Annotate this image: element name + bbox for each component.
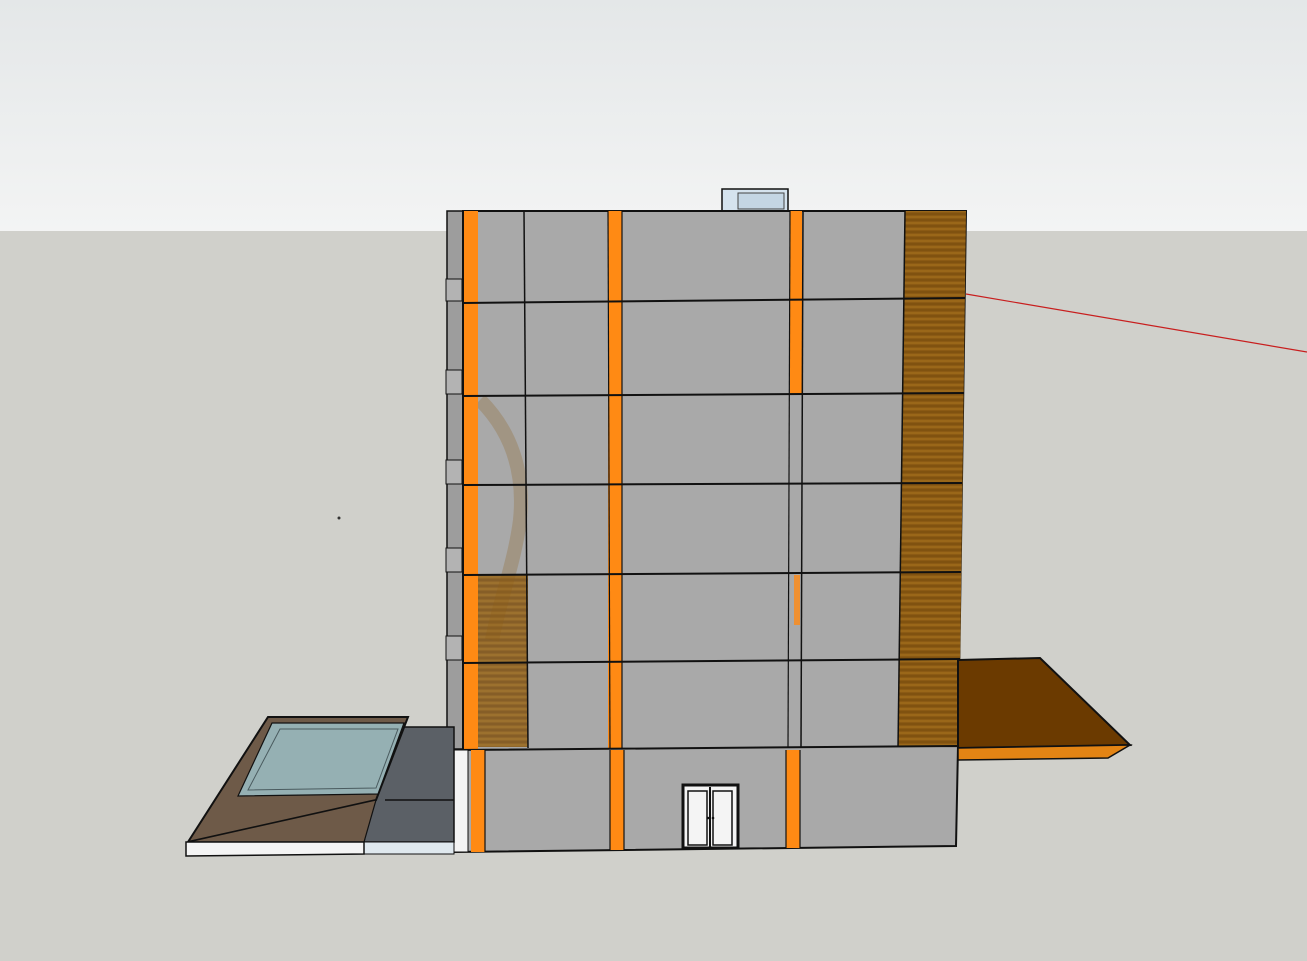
orange-column-g1 bbox=[471, 750, 485, 852]
sketchup-viewport[interactable] bbox=[0, 0, 1307, 961]
model-canvas[interactable] bbox=[0, 0, 1307, 961]
side-bracket bbox=[445, 278, 463, 302]
orange-column-g3 bbox=[786, 750, 800, 848]
planter-base bbox=[185, 841, 365, 857]
annex-base bbox=[363, 841, 455, 855]
side-bracket bbox=[445, 459, 463, 485]
side-bracket bbox=[445, 369, 463, 395]
building-left-side[interactable] bbox=[445, 210, 464, 750]
orange-column-g2 bbox=[610, 750, 624, 850]
entrance-door[interactable] bbox=[681, 783, 740, 850]
building-ground-floor[interactable] bbox=[453, 744, 960, 854]
door-handle-icon bbox=[706, 816, 710, 820]
rooftop-box[interactable] bbox=[721, 188, 789, 212]
canopy-edge bbox=[957, 744, 1133, 761]
orange-column-1 bbox=[464, 211, 478, 749]
sky bbox=[0, 0, 1307, 231]
wood-panel-right bbox=[898, 211, 966, 746]
orange-column-3 bbox=[790, 211, 802, 395]
orange-column-3-fragment bbox=[794, 575, 800, 625]
building-upper-facade[interactable] bbox=[462, 210, 968, 752]
side-bracket bbox=[445, 547, 463, 573]
side-bracket bbox=[445, 635, 463, 661]
white-corner-panel bbox=[453, 749, 469, 853]
door-handle-icon bbox=[711, 816, 715, 820]
cursor-dot bbox=[337, 516, 341, 520]
